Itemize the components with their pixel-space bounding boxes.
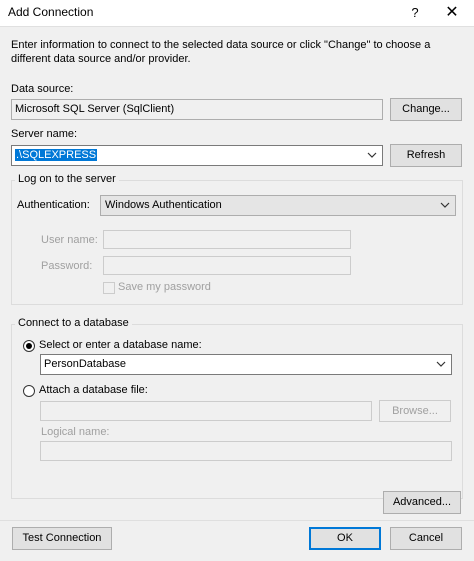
- authentication-label: Authentication:: [17, 199, 90, 211]
- authentication-value: Windows Authentication: [105, 199, 222, 211]
- password-label: Password:: [41, 260, 93, 272]
- cancel-button[interactable]: Cancel: [390, 527, 462, 550]
- username-input[interactable]: [103, 230, 351, 249]
- attach-file-radio[interactable]: [23, 385, 35, 397]
- chevron-down-icon[interactable]: [435, 358, 447, 371]
- refresh-button[interactable]: Refresh: [390, 144, 462, 167]
- data-source-label: Data source:: [11, 83, 74, 95]
- server-name-input[interactable]: .\SQLEXPRESS: [15, 149, 98, 161]
- select-database-label: Select or enter a database name:: [39, 339, 202, 351]
- test-connection-button[interactable]: Test Connection: [12, 527, 112, 550]
- select-database-radio[interactable]: [23, 340, 35, 352]
- footer-divider: [0, 520, 474, 521]
- title-bar: Add Connection ? ✕: [0, 0, 474, 26]
- chevron-down-icon: [440, 202, 450, 208]
- intro-text: Enter information to connect to the sele…: [11, 39, 431, 65]
- username-label: User name:: [41, 234, 98, 246]
- help-icon[interactable]: ?: [405, 3, 425, 23]
- password-input[interactable]: [103, 256, 351, 275]
- change-button[interactable]: Change...: [390, 98, 462, 121]
- close-icon[interactable]: ✕: [434, 1, 470, 25]
- save-password-label: Save my password: [118, 281, 211, 293]
- database-legend: Connect to a database: [15, 317, 132, 329]
- dialog-body: Enter information to connect to the sele…: [0, 26, 474, 561]
- database-file-input[interactable]: [40, 401, 372, 421]
- ok-button[interactable]: OK: [309, 527, 381, 550]
- window-title: Add Connection: [8, 5, 94, 19]
- logical-name-label: Logical name:: [41, 426, 110, 438]
- attach-file-label: Attach a database file:: [39, 384, 148, 396]
- browse-button[interactable]: Browse...: [379, 400, 451, 422]
- authentication-dropdown[interactable]: Windows Authentication: [100, 195, 456, 216]
- advanced-button[interactable]: Advanced...: [383, 491, 461, 514]
- logon-legend: Log on to the server: [15, 173, 119, 185]
- logical-name-input[interactable]: [40, 441, 452, 461]
- data-source-field: Microsoft SQL Server (SqlClient): [11, 99, 383, 120]
- server-name-combo[interactable]: .\SQLEXPRESS: [11, 145, 383, 166]
- server-name-label: Server name:: [11, 128, 78, 140]
- database-name-input[interactable]: PersonDatabase: [44, 358, 126, 370]
- database-name-combo[interactable]: PersonDatabase: [40, 354, 452, 375]
- save-password-checkbox[interactable]: [103, 282, 115, 294]
- chevron-down-icon[interactable]: [366, 149, 378, 162]
